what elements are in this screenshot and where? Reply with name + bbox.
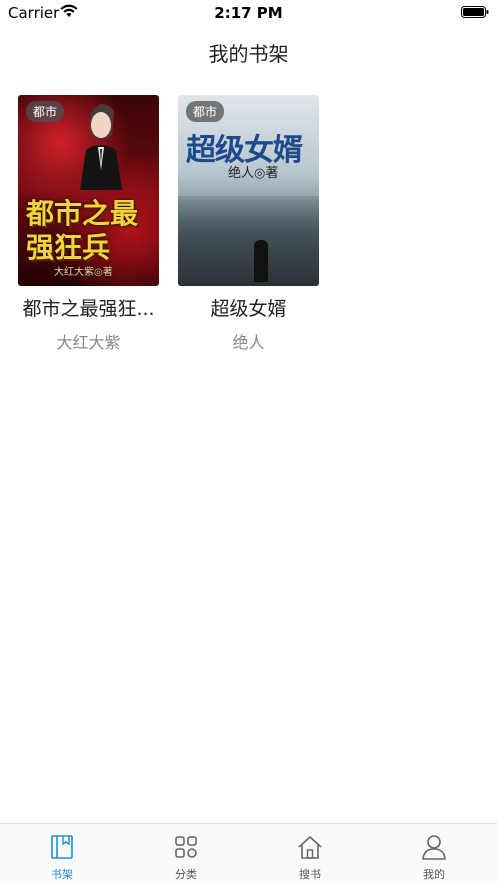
cover-author: 大红大紫◎著 [54, 267, 113, 278]
tab-bar: 书架 分类 搜书 我的 [0, 823, 497, 883]
cover-cityscape [178, 196, 319, 286]
grid-icon [175, 836, 197, 858]
cover-figure [254, 240, 268, 282]
tab-label: 我的 [423, 868, 445, 881]
book-cover[interactable]: 都市 都市之最强狂兵 大红大紫◎著 [18, 95, 159, 286]
book-item[interactable]: 都市 超级女婿 绝人◎著 超级女婿 绝人 [178, 95, 319, 353]
person-icon [422, 835, 446, 860]
tab-search-books[interactable]: 搜书 [248, 824, 372, 883]
tab-category[interactable]: 分类 [124, 824, 248, 883]
status-time: 2:17 PM [214, 4, 283, 22]
tab-label: 书架 [51, 868, 73, 881]
book-title[interactable]: 都市之最强狂... [18, 294, 159, 321]
cover-title: 都市之最强狂兵 [26, 197, 139, 264]
book-cover[interactable]: 都市 超级女婿 绝人◎著 [178, 95, 319, 286]
cover-figure-illustration [80, 103, 122, 190]
battery-icon [461, 6, 489, 18]
tab-label: 搜书 [299, 868, 321, 881]
genre-tag: 都市 [186, 101, 225, 122]
book-title[interactable]: 超级女婿 [178, 294, 319, 321]
book-author: 大红大紫 [56, 333, 121, 352]
bookshelf-screen: Carrier 2:17 PM 我的书架 都市 都市之最强狂兵 大红大紫◎著 都… [0, 0, 497, 883]
book-icon [51, 835, 73, 859]
genre-tag: 都市 [26, 101, 65, 122]
tab-label: 分类 [175, 868, 197, 881]
status-bar: Carrier 2:17 PM [0, 0, 497, 26]
home-icon [298, 835, 322, 859]
book-item[interactable]: 都市 都市之最强狂兵 大红大紫◎著 都市之最强狂... 大红大紫 [18, 95, 159, 353]
book-author: 绝人 [232, 333, 265, 352]
tab-mine[interactable]: 我的 [372, 824, 496, 883]
cover-author: 绝人◎著 [228, 166, 279, 181]
page-title: 我的书架 [208, 42, 289, 66]
tab-bookshelf[interactable]: 书架 [0, 824, 124, 883]
